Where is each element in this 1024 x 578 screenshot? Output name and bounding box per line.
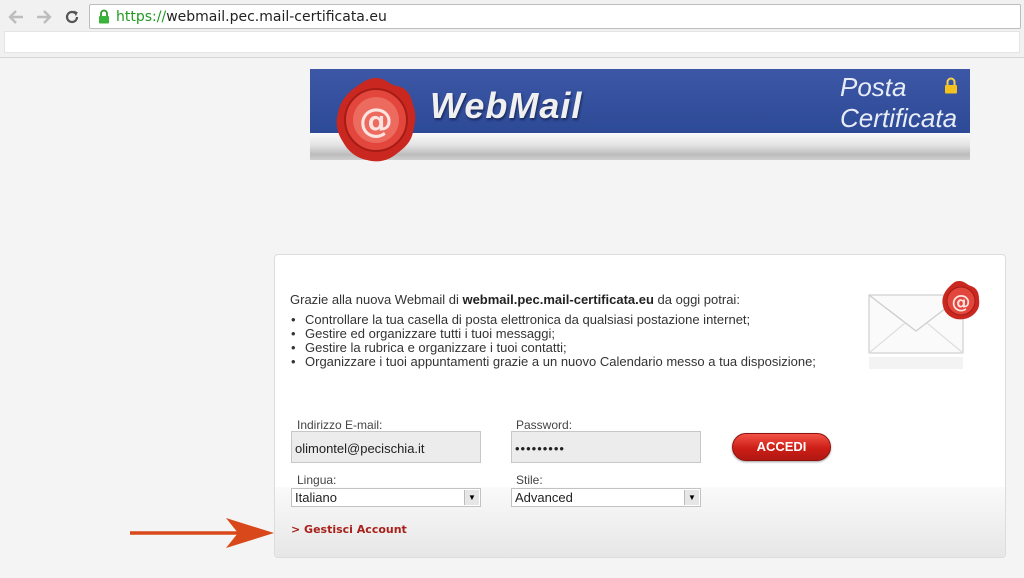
list-item: Gestire la rubrica e organizzare i tuoi …	[290, 341, 830, 356]
style-select[interactable]: Advanced ▼	[511, 488, 701, 507]
padlock-icon	[99, 9, 109, 24]
envelope-icon: @	[868, 281, 980, 369]
address-bar[interactable]: https://webmail.pec.mail-certificata.eu	[89, 4, 1021, 29]
svg-text:@: @	[359, 101, 393, 141]
chevron-down-icon[interactable]: ▼	[684, 490, 699, 505]
list-item: Gestire ed organizzare tutti i tuoi mess…	[290, 327, 830, 342]
svg-text:@: @	[952, 291, 971, 313]
banner-title: WebMail	[430, 85, 583, 126]
password-field[interactable]: •••••••••	[511, 431, 701, 463]
wax-seal-at-icon: @	[336, 78, 416, 162]
intro-text: Grazie alla nuova Webmail di webmail.pec…	[290, 292, 740, 307]
reload-icon[interactable]	[61, 6, 83, 28]
annotation-arrow-icon	[130, 518, 274, 548]
bookmarks-bar	[4, 31, 1020, 53]
feature-list: Controllare la tua casella di posta elet…	[290, 313, 830, 370]
email-label: Indirizzo E-mail:	[297, 418, 383, 432]
list-item: Controllare la tua casella di posta elet…	[290, 313, 830, 328]
password-label: Password:	[516, 418, 573, 432]
back-arrow-icon[interactable]	[5, 6, 27, 28]
padlock-icon	[945, 77, 957, 94]
banner-subtitle: Posta Certificata	[840, 72, 958, 133]
manage-account-link[interactable]: > Gestisci Account	[291, 523, 407, 536]
style-label: Stile:	[516, 473, 543, 487]
browser-toolbar: https://webmail.pec.mail-certificata.eu	[0, 0, 1024, 58]
forward-arrow-icon[interactable]	[33, 6, 55, 28]
login-panel: Grazie alla nuova Webmail di webmail.pec…	[274, 254, 1006, 558]
webmail-banner: @ WebMail Posta Certificata	[310, 69, 970, 162]
chevron-down-icon[interactable]: ▼	[464, 490, 479, 505]
language-label: Lingua:	[297, 473, 337, 487]
login-button[interactable]: ACCEDI	[732, 433, 831, 461]
language-select[interactable]: Italiano ▼	[291, 488, 481, 507]
email-field[interactable]: olimontel@pecischia.it	[291, 431, 481, 463]
url-text: https://webmail.pec.mail-certificata.eu	[116, 9, 387, 25]
list-item: Organizzare i tuoi appuntamenti grazie a…	[290, 355, 830, 370]
